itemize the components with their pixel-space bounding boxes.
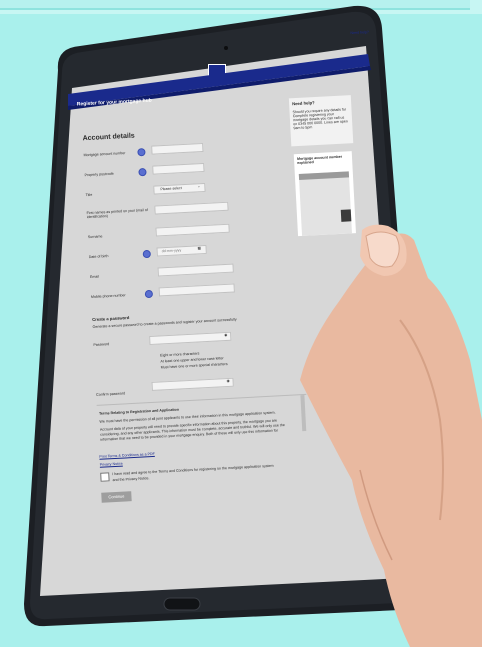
- hand: [300, 224, 482, 647]
